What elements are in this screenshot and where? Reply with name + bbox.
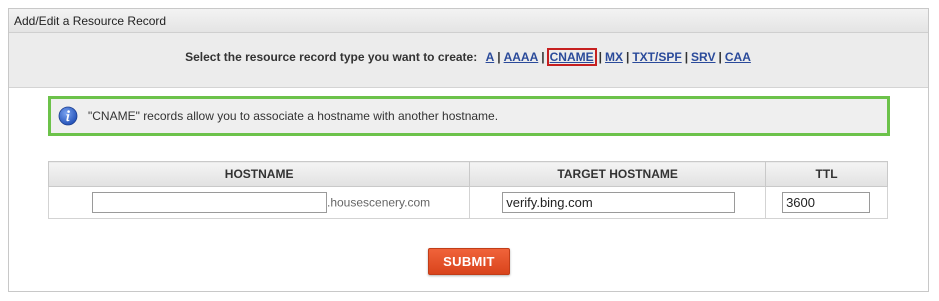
table-header-row: HOSTNAME TARGET HOSTNAME TTL [47,161,888,187]
column-header-hostname: HOSTNAME [47,161,471,187]
hostname-input[interactable] [92,192,327,213]
record-type-prompt: Select the resource record type you want… [185,50,478,64]
column-header-target-hostname: TARGET HOSTNAME [469,161,767,187]
info-icon [58,106,78,126]
table-row: .housescenery.com [47,186,888,219]
ttl-cell [765,186,888,219]
record-type-link-aaaa[interactable]: AAAA [503,50,540,64]
type-separator: | [497,50,501,64]
record-type-link-caa[interactable]: CAA [724,50,752,64]
record-type-link-cname[interactable]: CNAME [546,48,597,66]
type-separator: | [718,50,722,64]
type-separator: | [684,50,689,64]
record-table: HOSTNAME TARGET HOSTNAME TTL .housescene… [47,161,888,219]
hostname-domain-suffix: .housescenery.com [327,195,431,210]
record-type-link-a[interactable]: A [485,50,496,64]
type-separator: | [598,50,602,64]
record-type-link-srv[interactable]: SRV [690,50,716,64]
info-message: "CNAME" records allow you to associate a… [88,109,499,123]
column-header-ttl: TTL [765,161,888,187]
record-type-link-mx[interactable]: MX [604,50,624,64]
panel-title: Add/Edit a Resource Record [9,9,928,33]
resource-record-panel: Add/Edit a Resource Record Select the re… [8,8,929,292]
target-hostname-cell [469,186,767,219]
record-type-link-txt-spf[interactable]: TXT/SPF [631,50,682,64]
info-message-box: "CNAME" records allow you to associate a… [48,96,890,136]
ttl-input[interactable] [782,192,871,213]
record-type-selector: Select the resource record type you want… [9,33,928,88]
type-separator: | [541,50,545,64]
submit-button[interactable]: SUBMIT [428,248,510,275]
target-hostname-input[interactable] [502,192,736,213]
hostname-cell: .housescenery.com [47,186,471,219]
